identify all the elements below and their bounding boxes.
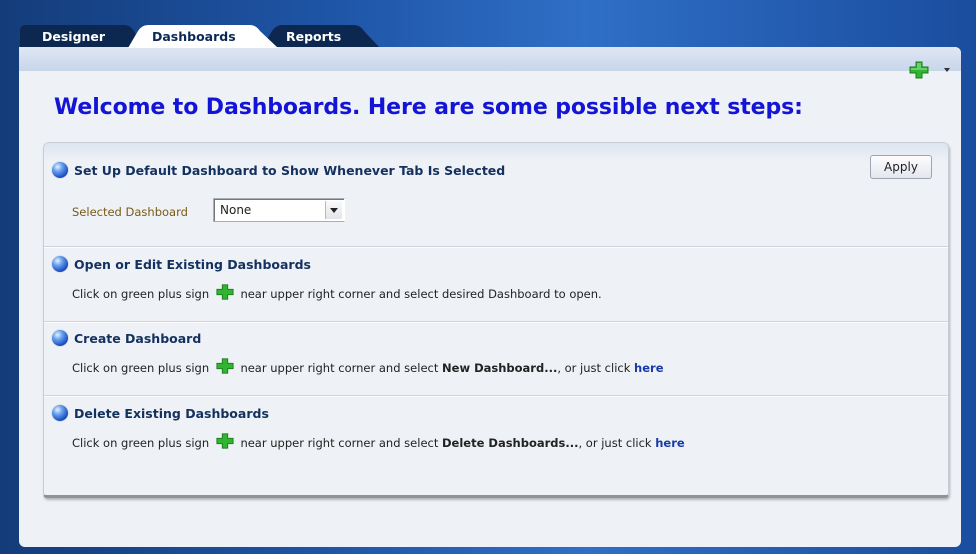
selected-dashboard-select[interactable]: None	[213, 198, 345, 222]
section-title-create: Create Dashboard	[74, 331, 202, 346]
tab-dashboards-label: Dashboards	[152, 29, 236, 44]
tab-designer-label: Designer	[42, 29, 106, 44]
divider	[44, 246, 948, 248]
blue-sphere-icon	[52, 330, 68, 346]
section-text-delete: Click on green plus sign near upper righ…	[72, 432, 685, 450]
section-text-open: Click on green plus sign near upper righ…	[72, 283, 602, 301]
add-plus-icon[interactable]	[909, 61, 929, 79]
open-text-before: Click on green plus sign	[72, 287, 210, 301]
create-text-mid: near upper right corner and select	[240, 361, 439, 375]
card-header-gradient	[44, 143, 948, 161]
chevron-down-icon[interactable]	[325, 201, 342, 219]
section-title-open: Open or Edit Existing Dashboards	[74, 257, 311, 272]
plus-icon	[216, 284, 234, 300]
panel-toolbar	[19, 47, 961, 71]
blue-sphere-icon	[52, 256, 68, 272]
add-menu-chevron-down-icon[interactable]	[944, 68, 950, 72]
section-title-setup: Set Up Default Dashboard to Show Wheneve…	[74, 163, 506, 178]
create-text-before: Click on green plus sign	[72, 361, 210, 375]
apply-button[interactable]: Apply	[870, 155, 932, 179]
next-steps-card: Set Up Default Dashboard to Show Wheneve…	[43, 142, 949, 498]
tab-reports[interactable]: Reports	[262, 25, 380, 48]
section-title-delete: Delete Existing Dashboards	[74, 406, 269, 421]
divider	[44, 395, 948, 397]
delete-dashboards-menu-ref: Delete Dashboards...	[442, 436, 579, 450]
section-text-create: Click on green plus sign near upper righ…	[72, 357, 664, 375]
main-panel: Welcome to Dashboards. Here are some pos…	[19, 47, 961, 547]
delete-text-after: , or just click	[578, 436, 652, 450]
page-title: Welcome to Dashboards. Here are some pos…	[54, 95, 803, 120]
delete-here-link[interactable]: here	[655, 436, 684, 450]
open-text-after: near upper right corner and select desir…	[240, 287, 602, 301]
delete-text-before: Click on green plus sign	[72, 436, 210, 450]
divider	[44, 321, 948, 323]
tab-bar: Designer Reports Dashboards	[0, 0, 976, 48]
blue-sphere-icon	[52, 405, 68, 421]
plus-icon	[216, 358, 234, 374]
selected-dashboard-value: None	[220, 203, 252, 217]
blue-sphere-icon	[52, 162, 68, 178]
plus-icon	[216, 433, 234, 449]
delete-text-mid: near upper right corner and select	[240, 436, 439, 450]
tab-designer[interactable]: Designer	[20, 25, 142, 48]
tab-reports-label: Reports	[286, 29, 342, 44]
create-text-after: , or just click	[557, 361, 631, 375]
tab-dashboards[interactable]: Dashboards	[128, 25, 278, 48]
new-dashboard-menu-ref: New Dashboard...	[442, 361, 558, 375]
selected-dashboard-label: Selected Dashboard	[72, 205, 188, 219]
create-here-link[interactable]: here	[634, 361, 663, 375]
